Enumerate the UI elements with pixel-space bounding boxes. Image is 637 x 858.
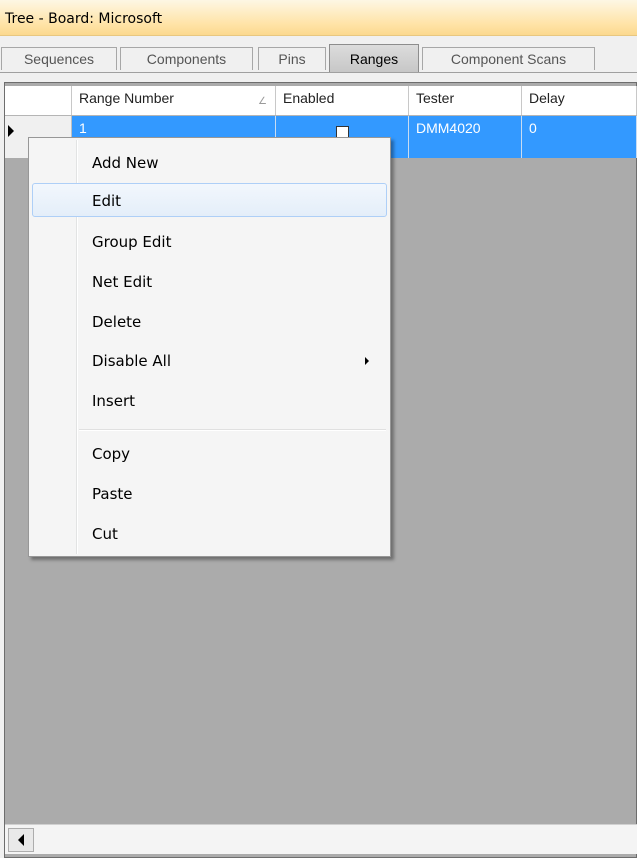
cell-delay[interactable]: 0	[522, 116, 637, 158]
tab-ranges[interactable]: Ranges	[329, 44, 419, 72]
window-title: Tree - Board: Microsoft	[5, 11, 163, 27]
menu-item-cut[interactable]: Cut	[32, 516, 387, 550]
menu-item-copy[interactable]: Copy	[32, 436, 387, 470]
row-selector-arrow-icon	[8, 125, 14, 137]
column-header-label: Range Number	[79, 90, 174, 106]
column-header-enabled[interactable]: Enabled	[276, 86, 409, 115]
context-menu: Add New Edit Group Edit Net Edit Delete …	[28, 137, 391, 557]
menu-item-add-new[interactable]: Add New	[32, 145, 387, 179]
menu-item-delete[interactable]: Delete	[32, 304, 387, 338]
grid-header-row: Range Number ∠ Enabled Tester Delay	[5, 86, 637, 116]
column-header-range-number[interactable]: Range Number ∠	[72, 86, 276, 115]
column-header-delay[interactable]: Delay	[522, 86, 637, 115]
sort-icon: ∠	[258, 96, 267, 107]
menu-item-net-edit[interactable]: Net Edit	[32, 264, 387, 298]
tab-sequences[interactable]: Sequences	[1, 47, 117, 70]
column-header-tester[interactable]: Tester	[409, 86, 522, 115]
tab-components[interactable]: Components	[120, 47, 253, 70]
menu-item-disable-all[interactable]: Disable All	[32, 343, 387, 377]
menu-item-group-edit[interactable]: Group Edit	[32, 224, 387, 258]
tab-pins[interactable]: Pins	[258, 47, 326, 70]
menu-item-paste[interactable]: Paste	[32, 476, 387, 510]
tab-component-scans[interactable]: Component Scans	[422, 47, 595, 70]
menu-item-edit[interactable]: Edit	[32, 183, 387, 217]
horizontal-scrollbar[interactable]	[5, 824, 637, 854]
submenu-arrow-icon	[365, 357, 369, 365]
scroll-left-arrow-icon[interactable]	[8, 828, 34, 852]
menu-item-insert[interactable]: Insert	[32, 383, 387, 417]
tab-strip: Sequences Components Pins Ranges Compone…	[0, 36, 637, 73]
cell-tester[interactable]: DMM4020	[409, 116, 522, 158]
menu-separator	[79, 429, 386, 431]
menu-item-label: Disable All	[92, 352, 172, 370]
row-header-corner	[5, 86, 72, 115]
window-title-bar: Tree - Board: Microsoft	[0, 0, 637, 36]
